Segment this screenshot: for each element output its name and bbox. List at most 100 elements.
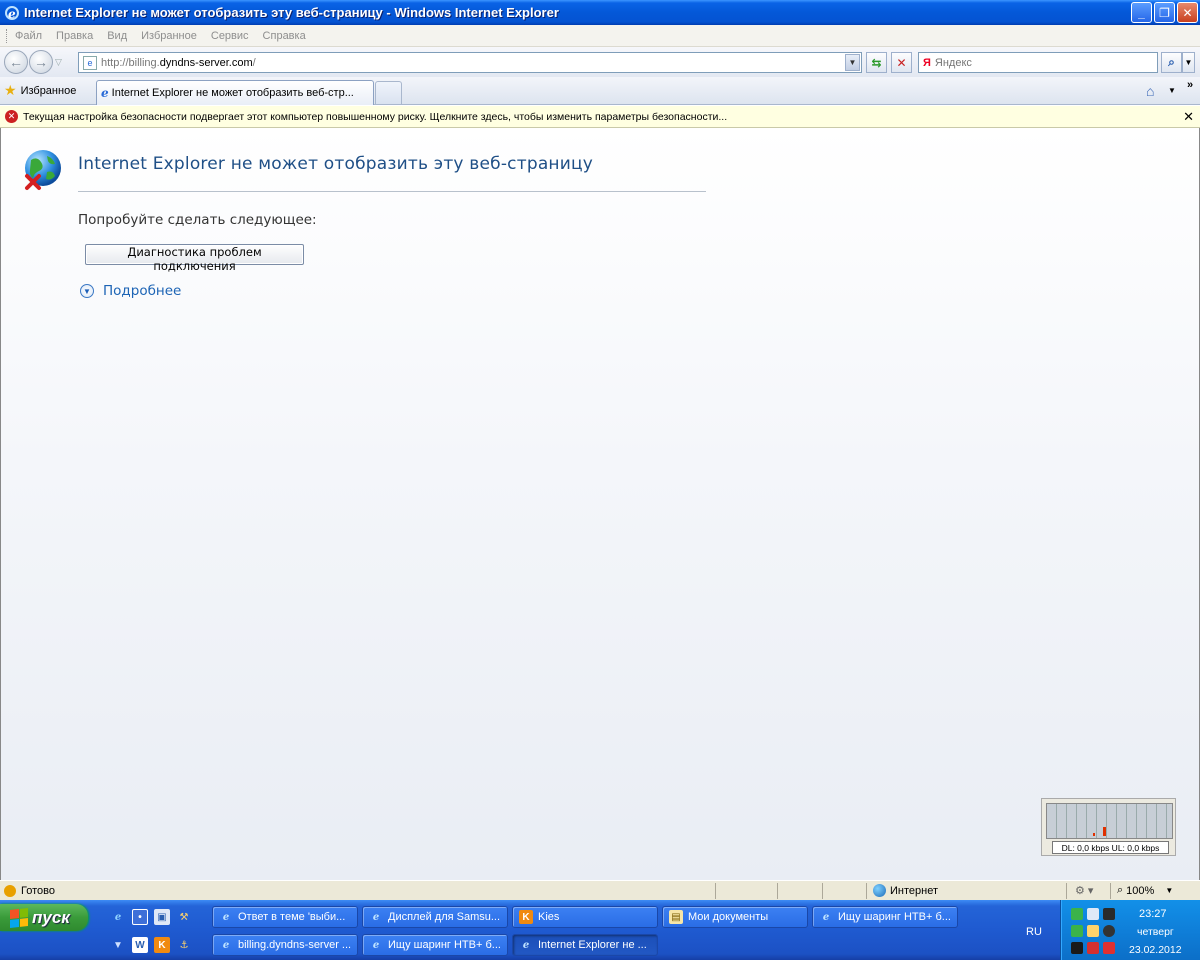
favorites-tab-bar: ★ Избранное e Internet Explorer не может… bbox=[0, 77, 1200, 105]
star-icon: ★ bbox=[4, 82, 17, 98]
menu-favorites[interactable]: Избранное bbox=[141, 30, 197, 42]
quicklaunch-word-icon[interactable]: W bbox=[132, 937, 148, 953]
tab-current[interactable]: e Internet Explorer не может отобразить … bbox=[96, 80, 374, 105]
taskbar-item-label: billing.dyndns-server ... bbox=[238, 939, 352, 951]
taskbar-item[interactable]: e Ищу шаринг НТВ+ б... bbox=[812, 906, 958, 928]
stop-button[interactable]: ✕ bbox=[891, 52, 912, 73]
window-titlebar[interactable]: e Internet Explorer не может отобразить … bbox=[0, 0, 1200, 25]
start-button[interactable]: пуск bbox=[0, 904, 88, 931]
zoom-level: 100% bbox=[1126, 884, 1155, 897]
expand-chevron-icon[interactable]: ▼ bbox=[80, 284, 94, 298]
search-button[interactable]: ⌕ bbox=[1161, 52, 1182, 73]
quicklaunch-ie-icon[interactable]: e bbox=[110, 909, 126, 925]
taskbar-item[interactable]: e Дисплей для Samsu... bbox=[362, 906, 508, 928]
maximize-button[interactable]: ❐ bbox=[1154, 2, 1175, 23]
infobar-close-button[interactable]: ✕ bbox=[1183, 109, 1194, 125]
home-dropdown-icon[interactable]: ▼ bbox=[1168, 86, 1176, 95]
zone-label: Интернет bbox=[890, 884, 938, 897]
forward-button[interactable]: → bbox=[29, 50, 53, 74]
volume-icon[interactable] bbox=[1087, 925, 1099, 937]
quicklaunch-browser-icon[interactable]: • bbox=[132, 909, 148, 925]
menu-help[interactable]: Справка bbox=[263, 30, 306, 42]
infobar-message[interactable]: Текущая настройка безопасности подвергае… bbox=[23, 111, 727, 123]
zoom-dropdown-icon[interactable]: ▼ bbox=[1165, 886, 1173, 895]
search-options-button[interactable]: ▼ bbox=[1182, 52, 1195, 73]
toolbar-overflow-icon[interactable]: » bbox=[1187, 79, 1193, 91]
security-infobar[interactable]: ✕ Текущая настройка безопасности подверг… bbox=[0, 106, 1200, 128]
clock-time[interactable]: 23:27 bbox=[1139, 908, 1167, 920]
language-indicator[interactable]: RU bbox=[1026, 926, 1042, 938]
zoom-control[interactable]: ⌕ 100% ▼ bbox=[1117, 884, 1173, 897]
search-icon: ⌕ bbox=[1168, 55, 1175, 69]
home-icon[interactable]: ⌂ bbox=[1146, 83, 1154, 99]
taskbar-item[interactable]: e Ответ в теме 'выби... bbox=[212, 906, 358, 928]
tray-tool-icon[interactable] bbox=[1071, 942, 1083, 954]
tray-upload-icon[interactable] bbox=[1103, 942, 1115, 954]
network-monitor-widget[interactable]: DL: 0,0 kbps UL: 0,0 kbps bbox=[1041, 798, 1176, 856]
toolbar-grip[interactable] bbox=[6, 28, 9, 43]
refresh-icon: ⇆ bbox=[871, 55, 882, 70]
status-separator bbox=[715, 883, 716, 899]
status-separator bbox=[777, 883, 778, 899]
menu-file[interactable]: Файл bbox=[15, 30, 42, 42]
minimize-button[interactable]: _ bbox=[1131, 2, 1152, 23]
system-tray: 23:27 четверг 23.02.2012 bbox=[1060, 900, 1200, 960]
taskbar-item[interactable]: e Ищу шаринг НТВ+ б... bbox=[362, 934, 508, 956]
tray-update-icon[interactable] bbox=[1071, 925, 1083, 937]
ie-icon: e bbox=[522, 939, 530, 951]
quicklaunch-tool-icon[interactable]: ⚒ bbox=[176, 909, 192, 925]
clock-date: 23.02.2012 bbox=[1129, 944, 1182, 956]
search-box[interactable]: Я bbox=[918, 52, 1158, 73]
ie-icon: e bbox=[222, 939, 230, 951]
tray-clock-icon[interactable] bbox=[1103, 925, 1115, 937]
taskbar-item[interactable]: K Kies bbox=[512, 906, 658, 928]
menu-edit[interactable]: Правка bbox=[56, 30, 93, 42]
status-separator bbox=[1110, 883, 1111, 899]
quicklaunch-kies-icon[interactable]: K bbox=[154, 937, 170, 953]
folder-icon: ▤ bbox=[669, 910, 683, 924]
page-icon: e bbox=[83, 55, 97, 70]
menu-tools[interactable]: Сервис bbox=[211, 30, 249, 42]
close-button[interactable]: ✕ bbox=[1177, 2, 1198, 23]
menu-view[interactable]: Вид bbox=[107, 30, 127, 42]
start-label: пуск bbox=[32, 907, 70, 927]
favorites-button[interactable]: ★ Избранное bbox=[4, 82, 76, 99]
ie-icon: e bbox=[372, 939, 380, 951]
quicklaunch-save-icon[interactable]: ▣ bbox=[154, 909, 170, 925]
windows-logo-icon bbox=[10, 907, 28, 928]
security-zone[interactable]: Интернет bbox=[873, 884, 938, 897]
tray-network-icon[interactable] bbox=[1071, 908, 1083, 920]
back-button[interactable]: ← bbox=[4, 50, 28, 74]
history-dropdown-icon[interactable]: ▽ bbox=[55, 57, 62, 68]
diagnose-connection-button[interactable]: Диагностика проблем подключения bbox=[85, 244, 304, 273]
taskbar-item-label: Ответ в теме 'выби... bbox=[238, 911, 346, 923]
tab-title: Internet Explorer не может отобразить ве… bbox=[111, 87, 354, 99]
more-info-link[interactable]: ▼ Подробнее bbox=[80, 283, 181, 299]
quicklaunch-expand-icon[interactable]: ▼ bbox=[110, 937, 126, 953]
protected-mode-icon[interactable]: ⚙ ▾ bbox=[1075, 884, 1093, 897]
svg-text:e: e bbox=[8, 7, 16, 21]
taskbar-item-label: Дисплей для Samsu... bbox=[388, 911, 501, 923]
address-dropdown-button[interactable]: ▼ bbox=[845, 54, 860, 71]
tray-security-icon[interactable] bbox=[1087, 942, 1099, 954]
window-title: Internet Explorer не может отобразить эт… bbox=[24, 5, 559, 20]
tray-device-icon[interactable] bbox=[1087, 908, 1099, 920]
taskbar-item[interactable]: ▤ Мои документы bbox=[662, 906, 808, 928]
forward-arrow-icon: → bbox=[34, 54, 48, 70]
refresh-button[interactable]: ⇆ bbox=[866, 52, 887, 73]
quicklaunch-anchor-icon[interactable]: ⚓ bbox=[176, 937, 192, 953]
status-separator bbox=[1066, 883, 1067, 899]
internet-zone-icon bbox=[873, 884, 886, 897]
address-bar[interactable]: e http://billing.dyndns-server.com/ ▼ bbox=[78, 52, 862, 73]
more-info-label[interactable]: Подробнее bbox=[103, 283, 181, 299]
new-tab-button[interactable] bbox=[375, 81, 402, 104]
tray-app-icon[interactable] bbox=[1103, 908, 1115, 920]
traffic-spike bbox=[1093, 833, 1095, 836]
address-url[interactable]: http://billing.dyndns-server.com/ bbox=[101, 57, 256, 69]
search-input[interactable] bbox=[934, 56, 1135, 69]
taskbar-item-label: Ищу шаринг НТВ+ б... bbox=[838, 911, 951, 923]
taskbar-item-active[interactable]: e Internet Explorer не ... bbox=[512, 934, 658, 956]
taskbar-item-label: Ищу шаринг НТВ+ б... bbox=[388, 939, 501, 951]
traffic-spike bbox=[1103, 827, 1106, 836]
taskbar-item[interactable]: e billing.dyndns-server ... bbox=[212, 934, 358, 956]
